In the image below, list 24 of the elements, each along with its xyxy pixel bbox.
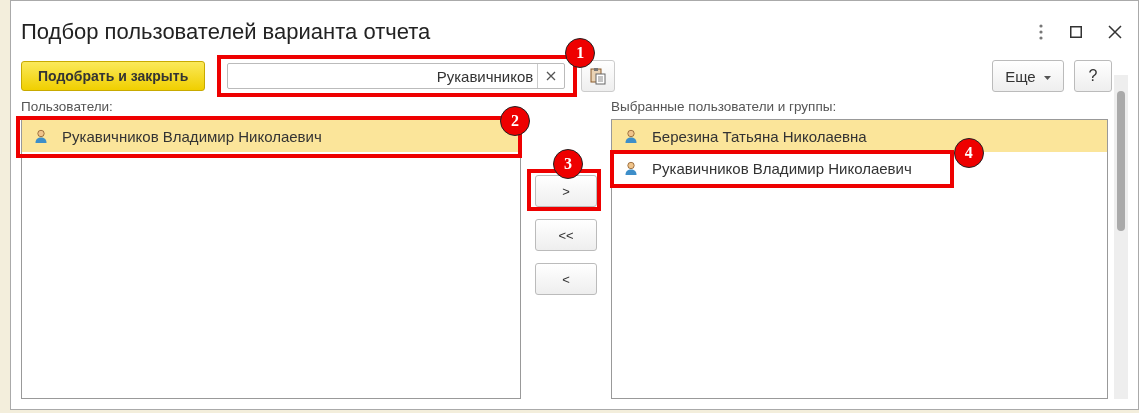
scrollbar[interactable] bbox=[1114, 75, 1128, 399]
more-dropdown-button[interactable]: Еще bbox=[992, 60, 1064, 92]
user-row[interactable]: Рукавичников Владимир Николаевич bbox=[612, 152, 952, 184]
caret-icon bbox=[1043, 75, 1051, 80]
maximize-icon[interactable] bbox=[1070, 26, 1082, 38]
list-label: Выбранные пользователи и группы: bbox=[611, 99, 838, 116]
clipboard-icon bbox=[590, 67, 607, 85]
paste-button[interactable] bbox=[581, 60, 616, 92]
callout-badge: 3 bbox=[553, 149, 583, 179]
more-options-icon[interactable] bbox=[1038, 24, 1044, 40]
move-button[interactable]: > bbox=[535, 175, 597, 207]
close-icon[interactable] bbox=[1108, 25, 1122, 39]
window-title: Подбор пользователей варианта отчета bbox=[21, 19, 432, 45]
pick-and-close-button[interactable]: Подобрать и закрыть bbox=[21, 61, 206, 91]
move-button[interactable]: < bbox=[535, 263, 597, 295]
user-icon bbox=[34, 129, 48, 143]
callout-badge: 2 bbox=[500, 106, 530, 136]
user-icon bbox=[624, 129, 638, 143]
list-label: Пользователи: bbox=[21, 99, 114, 116]
help-button[interactable]: ? bbox=[1074, 60, 1112, 92]
user-icon bbox=[624, 161, 638, 175]
callout-badge: 1 bbox=[565, 38, 596, 68]
move-button[interactable]: << bbox=[535, 219, 597, 251]
search-field[interactable]: Рукавичников bbox=[227, 63, 566, 89]
